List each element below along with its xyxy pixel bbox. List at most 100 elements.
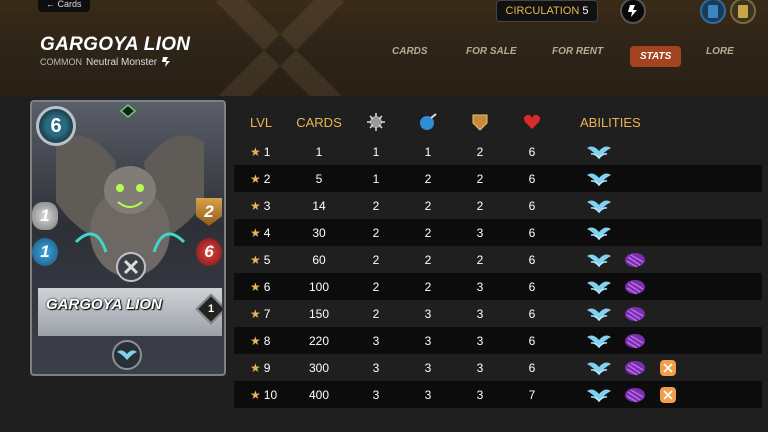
armor-cell: 2: [476, 171, 484, 186]
level-value: 10: [263, 387, 278, 402]
attack-cell: 3: [372, 360, 380, 375]
tab-stats[interactable]: STATS: [630, 46, 682, 67]
card-level-badge: 1: [195, 293, 222, 325]
level-value: 7: [263, 306, 271, 321]
abilities-cell: [558, 304, 646, 324]
flying-icon: [587, 362, 611, 375]
speed-cell: 2: [424, 279, 432, 294]
void-icon: [625, 252, 645, 268]
speed-cell: 3: [424, 333, 432, 348]
level-cell: ★ 1: [234, 145, 288, 159]
table-row: ★ 8 220 3 3 3 6: [234, 327, 762, 354]
card-stack-icon: [708, 5, 718, 18]
mana-cost-badge: 6: [36, 106, 76, 146]
star-icon: ★: [250, 279, 261, 294]
level-stats-table: LVL CARDS ABILITIES ★ 1 1 1 1 2 6 ★ 2 5 1 2 2 6 ★ 3: [234, 106, 762, 408]
speed-cell: 2: [424, 198, 432, 213]
star-icon: ★: [250, 387, 261, 402]
table-row: ★ 4 30 2 2 3 6: [234, 219, 762, 246]
void-icon: [625, 360, 645, 376]
speed-badge: 1: [32, 238, 58, 266]
monster-card: 6 1 1 2 6 GARGOYA LION 1: [30, 100, 226, 376]
void-icon: [625, 387, 645, 403]
header-attack: [350, 112, 402, 132]
gold-card-button[interactable]: [730, 0, 756, 24]
level-value: 5: [263, 252, 271, 267]
page-header: ← Cards GARGOYA LION COMMON Neutral Mons…: [0, 0, 768, 96]
star-icon: ★: [250, 333, 261, 348]
health-cell: 6: [528, 171, 536, 186]
abilities-cell: [558, 358, 678, 378]
armor-cell: 3: [476, 333, 484, 348]
level-value: 6: [263, 279, 271, 294]
header-level: LVL: [250, 114, 273, 130]
melee-attack-emblem: [116, 252, 146, 282]
speed-icon: [420, 113, 437, 130]
cards-cell: 220: [308, 333, 330, 348]
table-body: ★ 1 1 1 1 2 6 ★ 2 5 1 2 2 6 ★ 3 14 2 2 2 6 ★ 4 30 2 2 3 6 ★ 5 60 2 2 2 6 ★ 6…: [234, 138, 762, 408]
armor-cell: 3: [476, 279, 484, 294]
header-cards: CARDS: [296, 114, 342, 130]
speed-cell: 2: [424, 252, 432, 267]
health-cell: 6: [528, 360, 536, 375]
attack-cell: 1: [372, 144, 380, 159]
star-icon: ★: [250, 144, 261, 159]
melee-attack-icon: [367, 113, 385, 131]
attack-cell: 2: [372, 225, 380, 240]
card-name: GARGOYA LION: [46, 296, 162, 313]
table-row: ★ 7 150 2 3 3 6: [234, 300, 762, 327]
level-value: 9: [263, 360, 271, 375]
cards-cell: 5: [315, 171, 323, 186]
tab-lore[interactable]: LORE: [706, 46, 734, 57]
flying-icon: [587, 254, 611, 267]
gold-card-icon: [738, 5, 748, 18]
attack-cell: 3: [372, 333, 380, 348]
abilities-cell: [558, 277, 646, 297]
abilities-cell: [558, 223, 612, 243]
tab-for-sale[interactable]: FOR SALE: [466, 46, 517, 57]
shatter-icon: [660, 359, 676, 376]
neutral-filter-button[interactable]: [620, 0, 646, 24]
flying-icon: [587, 227, 611, 240]
abilities-cell: [558, 142, 612, 162]
abilities-cell: [558, 331, 646, 351]
circulation-label: CIRCULATION: [505, 5, 580, 17]
rarity-label: COMMON: [40, 57, 82, 67]
armor-cell: 2: [476, 252, 484, 267]
health-cell: 6: [528, 333, 536, 348]
blue-card-button[interactable]: [700, 0, 726, 24]
level-cell: ★ 7: [234, 307, 288, 321]
attack-cell: 2: [372, 279, 380, 294]
shatter-icon: [660, 386, 676, 403]
back-to-cards-link[interactable]: ← Cards: [38, 0, 90, 12]
table-row: ★ 9 300 3 3 3 6: [234, 354, 762, 381]
table-row: ★ 2 5 1 2 2 6: [234, 165, 762, 192]
tab-for-rent[interactable]: FOR RENT: [552, 46, 603, 57]
header-health: [506, 112, 558, 132]
circulation-badge: CIRCULATION 5: [496, 0, 598, 22]
level-cell: ★ 6: [234, 280, 288, 294]
card-level-value: 1: [207, 303, 215, 315]
flying-icon: [587, 146, 611, 159]
level-value: 1: [263, 144, 271, 159]
crossed-swords-icon: [123, 259, 139, 275]
star-icon: ★: [250, 171, 261, 186]
abilities-cell: [558, 169, 612, 189]
speed-cell: 3: [424, 387, 432, 402]
splinterlands-watermark-icon: [216, 0, 344, 96]
level-cell: ★ 3: [234, 199, 288, 213]
tab-cards[interactable]: CARDS: [392, 46, 428, 57]
speed-cell: 1: [424, 144, 432, 159]
attack-cell: 2: [372, 198, 380, 213]
level-cell: ★ 2: [234, 172, 288, 186]
health-icon: [523, 114, 541, 129]
health-cell: 6: [528, 225, 536, 240]
armor-cell: 3: [476, 225, 484, 240]
cards-cell: 100: [308, 279, 330, 294]
flying-icon: [587, 173, 611, 186]
flying-icon: [587, 335, 611, 348]
void-icon: [625, 333, 645, 349]
health-cell: 6: [528, 198, 536, 213]
table-row: ★ 3 14 2 2 2 6: [234, 192, 762, 219]
health-badge: 6: [196, 238, 222, 266]
